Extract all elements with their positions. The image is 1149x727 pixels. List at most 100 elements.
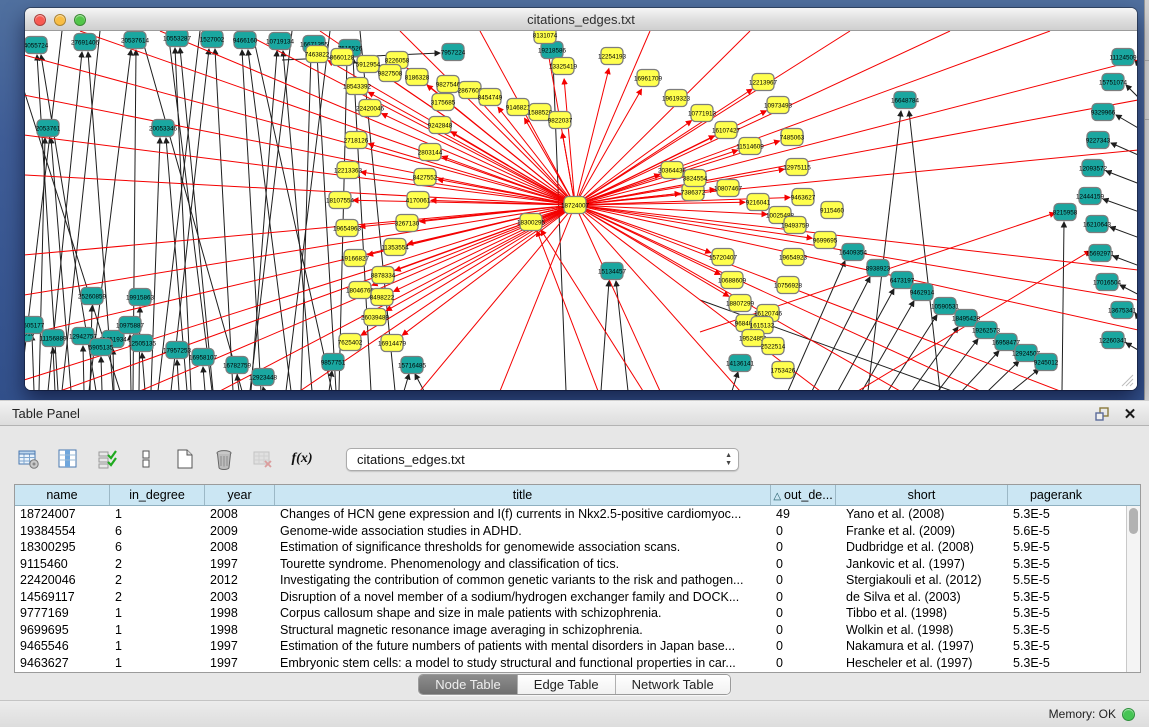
- new-table-icon[interactable]: [172, 446, 198, 472]
- row-options-icon[interactable]: [133, 446, 159, 472]
- graph-node[interactable]: 9462914: [910, 284, 935, 301]
- table-settings-icon[interactable]: [16, 446, 42, 472]
- close-panel-icon[interactable]: ✕: [1121, 405, 1139, 423]
- graph-node[interactable]: 12213967: [749, 74, 778, 91]
- table-row[interactable]: 977716911998Corpus callosum shape and si…: [15, 605, 1140, 622]
- graph-node[interactable]: 19915863: [126, 289, 155, 306]
- column-header-pagerank[interactable]: pagerank: [1008, 485, 1104, 505]
- table-cell[interactable]: 5.9E-5: [1008, 539, 1104, 556]
- table-cell[interactable]: 2009: [205, 523, 275, 540]
- graph-node[interactable]: 19654923: [779, 249, 808, 266]
- table-cell[interactable]: 14569117: [15, 589, 110, 606]
- graph-node[interactable]: 19166827: [341, 250, 370, 267]
- column-header-out_de[interactable]: △out_de...: [771, 485, 836, 505]
- graph-node[interactable]: 11353554: [381, 239, 409, 256]
- graph-node[interactable]: 10688609: [718, 272, 747, 289]
- table-row[interactable]: 946554611997Estimation of the future num…: [15, 638, 1140, 655]
- table-cell[interactable]: 0: [771, 572, 836, 589]
- table-cell[interactable]: Tourette syndrome. Phenomenology and cla…: [275, 556, 771, 573]
- graph-node[interactable]: 16409354: [839, 244, 868, 261]
- table-selector-dropdown[interactable]: citations_edges.txt ▲▼: [346, 448, 739, 471]
- graph-node[interactable]: 7625402: [338, 334, 363, 351]
- graph-node[interactable]: 9227343: [1086, 132, 1111, 149]
- table-cell[interactable]: 5.3E-5: [1008, 605, 1104, 622]
- graph-node[interactable]: 2718126: [344, 132, 369, 149]
- graph-node[interactable]: 10973493: [764, 97, 793, 114]
- float-panel-icon[interactable]: [1093, 405, 1111, 423]
- graph-node[interactable]: 27691406: [71, 34, 100, 51]
- graph-node[interactable]: 8938923: [866, 260, 891, 277]
- graph-node[interactable]: 7485063: [780, 129, 805, 146]
- table-cell[interactable]: 5.3E-5: [1008, 506, 1104, 523]
- table-cell[interactable]: 1998: [205, 622, 275, 639]
- graph-node[interactable]: 3175685: [431, 94, 456, 111]
- graph-node[interactable]: 20537614: [121, 32, 150, 49]
- column-header-title[interactable]: title: [275, 485, 771, 505]
- graph-node[interactable]: 4170061: [406, 192, 431, 209]
- graph-node[interactable]: 16958107: [189, 349, 218, 366]
- graph-node[interactable]: 8131074: [533, 31, 558, 44]
- graph-node[interactable]: 16782759: [223, 357, 252, 374]
- table-cell[interactable]: Yano et al. (2008): [836, 506, 1008, 523]
- graph-node[interactable]: 13675341: [1108, 302, 1137, 319]
- graph-node[interactable]: 13325419: [549, 58, 578, 75]
- table-cell[interactable]: Dudbridge et al. (2008): [836, 539, 1008, 556]
- table-cell[interactable]: 2003: [205, 589, 275, 606]
- graph-node[interactable]: 12444159: [1076, 188, 1105, 205]
- window-titlebar[interactable]: citations_edges.txt: [25, 8, 1137, 31]
- graph-node[interactable]: 9827508: [378, 65, 403, 82]
- graph-node[interactable]: 12505135: [128, 335, 157, 352]
- table-scrollbar[interactable]: [1126, 506, 1140, 673]
- table-cell[interactable]: Changes of HCN gene expression and I(f) …: [275, 506, 771, 523]
- graph-node[interactable]: 11514609: [736, 138, 764, 155]
- graph-node[interactable]: 16648784: [891, 92, 920, 109]
- graph-node[interactable]: 18724007: [561, 197, 590, 214]
- table-cell[interactable]: 1: [110, 622, 205, 639]
- table-cell[interactable]: Structural magnetic resonance image aver…: [275, 622, 771, 639]
- graph-node[interactable]: 12254193: [598, 48, 627, 65]
- table-cell[interactable]: 5.3E-5: [1008, 655, 1104, 672]
- table-cell[interactable]: Embryonic stem cells: a model to study s…: [275, 655, 771, 672]
- table-cell[interactable]: 22420046: [15, 572, 110, 589]
- graph-node[interactable]: 9466160: [233, 32, 258, 49]
- graph-node[interactable]: 2803144: [418, 144, 443, 161]
- graph-node[interactable]: 16914479: [378, 335, 407, 352]
- column-header-short[interactable]: short: [836, 485, 1008, 505]
- graph-node[interactable]: 20053346: [149, 120, 178, 137]
- graph-node[interactable]: 9329966: [1091, 104, 1116, 121]
- window-resize-grip[interactable]: [1120, 373, 1134, 387]
- graph-node[interactable]: 11156889: [39, 330, 67, 347]
- graph-node[interactable]: 8215958: [1053, 204, 1078, 221]
- graph-node[interactable]: 10807467: [714, 180, 743, 197]
- table-row[interactable]: 969969511998Structural magnetic resonanc…: [15, 622, 1140, 639]
- column-header-in_degree[interactable]: in_degree: [110, 485, 205, 505]
- network-canvas[interactable]: 4055724276914062053761410553287152700294…: [25, 31, 1137, 390]
- tab-node-table[interactable]: Node Table: [419, 675, 518, 694]
- graph-node[interactable]: 9242848: [428, 117, 453, 134]
- table-cell[interactable]: 6: [110, 523, 205, 540]
- table-cell[interactable]: 5.3E-5: [1008, 556, 1104, 573]
- table-cell[interactable]: 2012: [205, 572, 275, 589]
- graph-node[interactable]: 17016504: [1093, 274, 1122, 291]
- table-cell[interactable]: Hescheler et al. (1997): [836, 655, 1008, 672]
- graph-node[interactable]: 18300295: [517, 214, 546, 231]
- table-row[interactable]: 911546021997Tourette syndrome. Phenomeno…: [15, 556, 1140, 573]
- table-cell[interactable]: Nakamura et al. (1997): [836, 638, 1008, 655]
- table-cell[interactable]: 2: [110, 556, 205, 573]
- graph-node[interactable]: 10975887: [116, 317, 145, 334]
- graph-node[interactable]: 9115460: [820, 202, 845, 219]
- graph-node[interactable]: 19619323: [662, 90, 691, 107]
- table-cell[interactable]: de Silva et al. (2003): [836, 589, 1008, 606]
- graph-node[interactable]: 9699695: [813, 232, 838, 249]
- table-cell[interactable]: Franke et al. (2009): [836, 523, 1008, 540]
- graph-node[interactable]: 16961709: [634, 70, 663, 87]
- graph-node[interactable]: 15692971: [1086, 245, 1115, 262]
- graph-node[interactable]: 15716485: [398, 357, 427, 374]
- table-row[interactable]: 1938455462009Genome-wide association stu…: [15, 523, 1140, 540]
- graph-node[interactable]: 15720407: [709, 249, 738, 266]
- graph-node[interactable]: 26039489: [361, 309, 390, 326]
- toggle-columns-icon[interactable]: [55, 446, 81, 472]
- tab-network-table[interactable]: Network Table: [616, 675, 730, 694]
- graph-node[interactable]: 1753426: [771, 362, 796, 379]
- graph-node[interactable]: 15751074: [1099, 74, 1128, 91]
